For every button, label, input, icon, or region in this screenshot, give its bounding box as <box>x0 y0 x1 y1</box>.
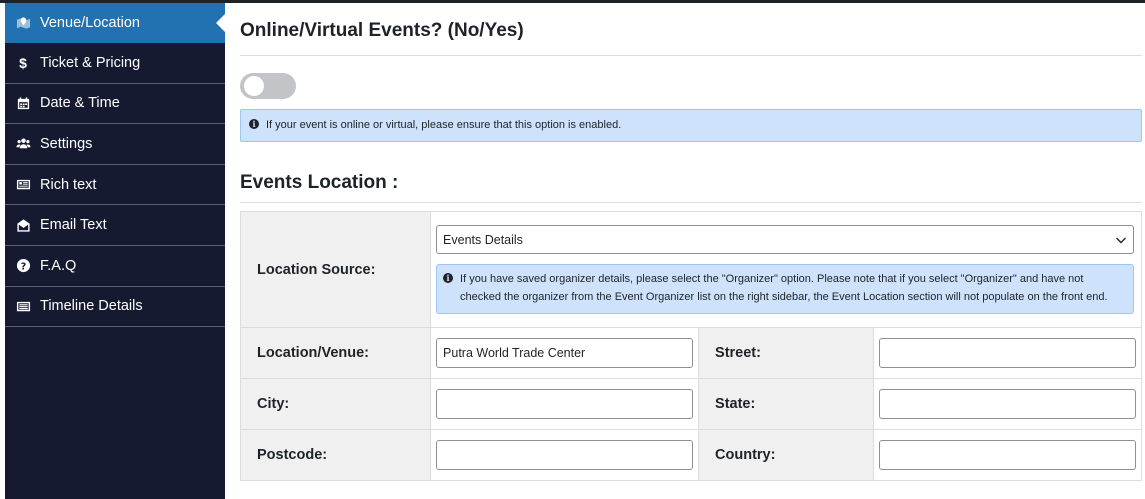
location-table: Location Source: Events Details i If you… <box>239 211 1142 482</box>
notice-text: If you have saved organizer details, ple… <box>460 273 1108 303</box>
sidebar-item-venue-location[interactable]: Venue/Location <box>5 3 226 43</box>
postcode-label: Postcode: <box>239 429 432 482</box>
sidebar-item-faq[interactable]: ? F.A.Q <box>5 246 225 287</box>
events-location-heading: Events Location : <box>240 172 1142 204</box>
country-label: Country: <box>698 429 874 482</box>
envelope-icon <box>15 217 31 233</box>
sidebar-item-timeline-details[interactable]: Timeline Details <box>5 287 225 328</box>
sidebar-item-label: Date & Time <box>40 95 120 112</box>
sidebar-item-label: F.A.Q <box>40 257 77 274</box>
city-input[interactable] <box>436 389 694 420</box>
notice-text: If your event is online or virtual, plea… <box>266 119 622 131</box>
timeline-icon <box>15 298 31 314</box>
users-icon <box>15 136 31 152</box>
sidebar-item-settings[interactable]: Settings <box>5 124 225 165</box>
sidebar-item-label: Settings <box>40 135 93 152</box>
state-label: State: <box>698 378 874 431</box>
online-events-heading: Online/Virtual Events? (No/Yes) <box>240 20 1142 56</box>
venue-input[interactable]: Putra World Trade Center <box>436 338 694 369</box>
city-state-row: City: State: <box>239 378 1142 431</box>
rich-text-icon <box>15 177 31 193</box>
toggle-knob <box>244 76 264 96</box>
select-value: Events Details <box>443 232 523 247</box>
location-source-cell: Events Details i If you have saved organ… <box>430 211 1142 329</box>
location-source-row: Location Source: Events Details i If you… <box>239 211 1142 329</box>
location-source-select[interactable]: Events Details <box>436 225 1135 255</box>
venue-street-row: Location/Venue: Putra World Trade Center… <box>239 327 1142 380</box>
city-label: City: <box>239 378 432 431</box>
dollar-icon: $ <box>19 54 27 71</box>
sidebar-item-label: Rich text <box>40 176 97 193</box>
sidebar-item-email-text[interactable]: Email Text <box>5 205 225 246</box>
online-events-toggle[interactable] <box>240 73 296 99</box>
online-events-notice: i If your event is online or virtual, pl… <box>240 109 1142 143</box>
location-source-label: Location Source: <box>239 211 432 329</box>
state-input[interactable] <box>879 389 1136 420</box>
location-source-notice: i If you have saved organizer details, p… <box>436 264 1135 314</box>
sidebar-item-label: Email Text <box>40 217 107 234</box>
street-label: Street: <box>698 327 874 380</box>
sidebar-item-rich-text[interactable]: Rich text <box>5 165 225 206</box>
postcode-country-row: Postcode: Country: <box>239 429 1142 482</box>
sidebar-item-ticket-pricing[interactable]: $ Ticket & Pricing <box>5 43 225 84</box>
info-icon: i <box>249 119 259 129</box>
postcode-input[interactable] <box>436 440 694 471</box>
calendar-icon <box>15 95 31 111</box>
info-icon: i <box>443 273 454 284</box>
sidebar-item-label: Ticket & Pricing <box>40 54 141 71</box>
sidebar-item-label: Venue/Location <box>40 15 140 31</box>
street-input[interactable] <box>879 338 1136 369</box>
svg-text:?: ? <box>20 262 25 273</box>
chevron-down-icon <box>1116 237 1127 244</box>
sidebar: Venue/Location $ Ticket & Pricing Date &… <box>5 3 226 499</box>
venue-label: Location/Venue: <box>239 327 432 380</box>
sidebar-item-date-time[interactable]: Date & Time <box>5 84 225 125</box>
country-input[interactable] <box>879 440 1136 471</box>
question-circle-icon: ? <box>15 258 31 274</box>
map-marker-icon <box>15 15 31 31</box>
sidebar-item-label: Timeline Details <box>40 298 143 315</box>
main-content: Online/Virtual Events? (No/Yes) i If you… <box>239 3 1142 482</box>
